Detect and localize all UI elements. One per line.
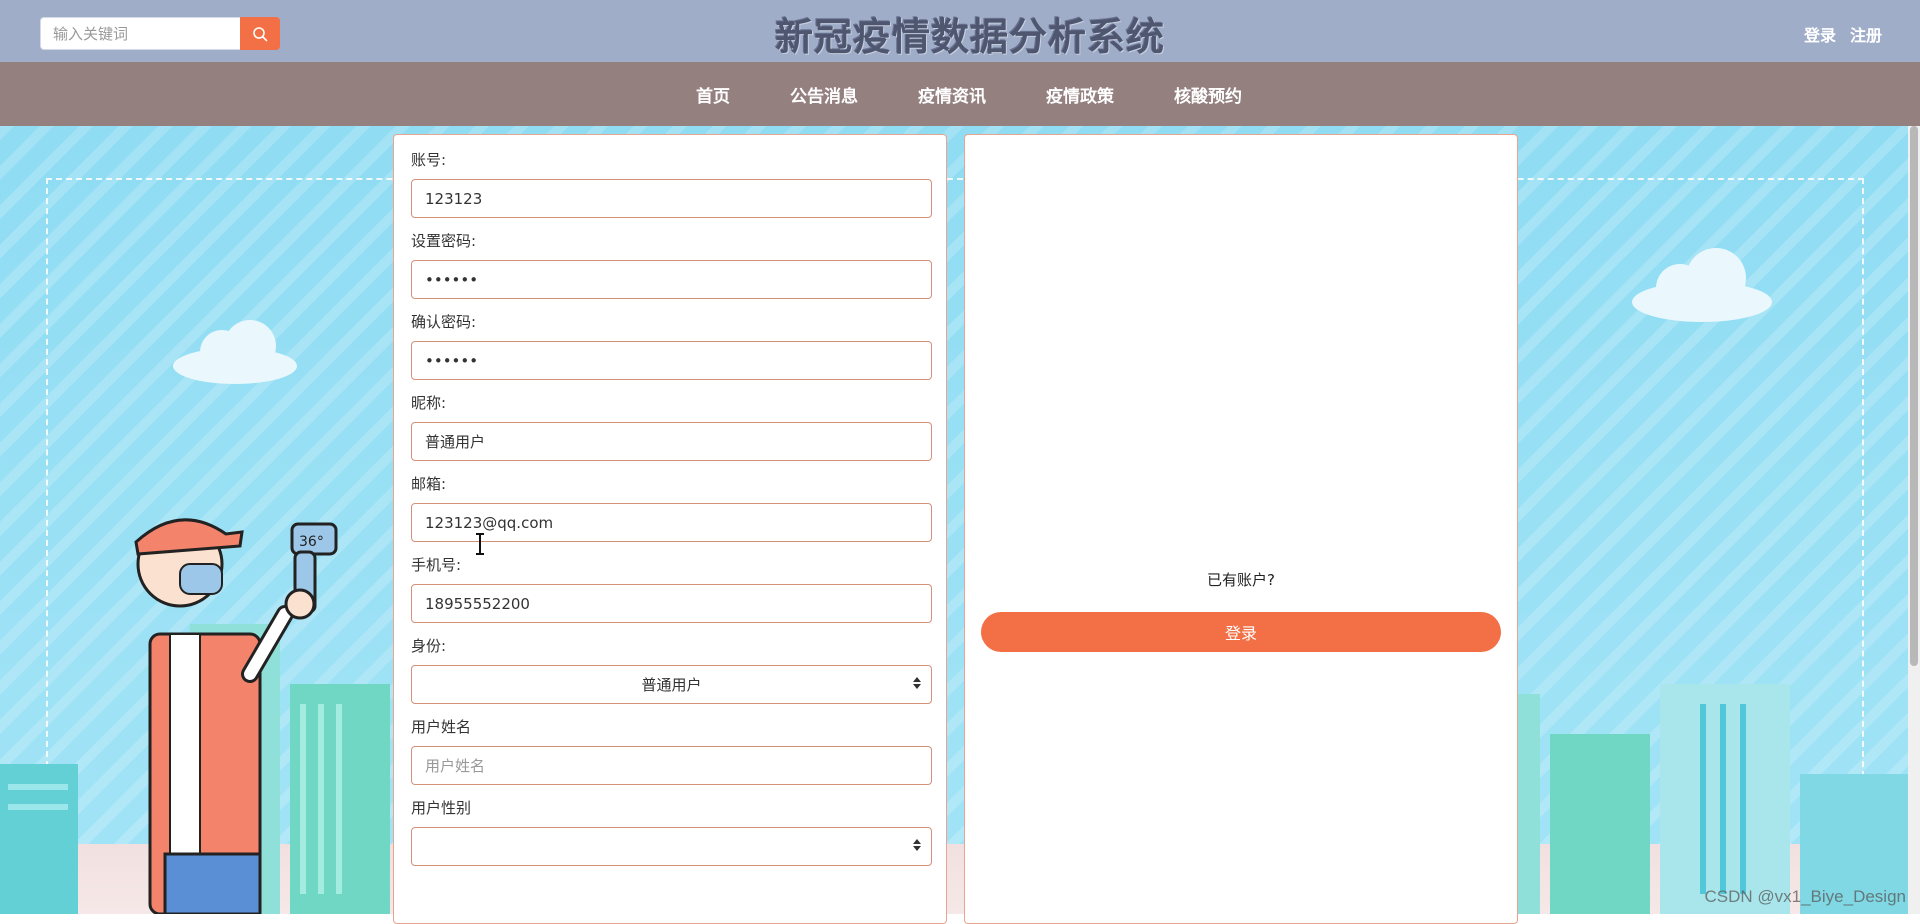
nickname-label: 昵称: bbox=[411, 392, 930, 414]
buildings-right-icon bbox=[1510, 654, 1920, 914]
confirm-password-input[interactable]: •••••• bbox=[411, 341, 932, 380]
main-nav: 首页 公告消息 疫情资讯 疫情政策 核酸预约 bbox=[0, 62, 1920, 126]
background-illustration: 36° bbox=[0, 126, 1920, 914]
nickname-field-group: 昵称: 普通用户 bbox=[411, 392, 930, 461]
have-account-prompt: 已有账户? bbox=[965, 569, 1517, 590]
email-label: 邮箱: bbox=[411, 473, 930, 495]
cloud-icon bbox=[170, 316, 300, 386]
auth-links: 登录 注册 bbox=[1804, 22, 1882, 46]
account-label: 账号: bbox=[411, 149, 930, 171]
email-input[interactable]: 123123@qq.com bbox=[411, 503, 932, 542]
login-link[interactable]: 登录 bbox=[1804, 22, 1836, 46]
site-title: 新冠疫情数据分析系统 bbox=[0, 6, 1920, 61]
page-scrollbar[interactable] bbox=[1908, 126, 1920, 914]
nickname-input[interactable]: 普通用户 bbox=[411, 422, 932, 461]
select-arrows-icon bbox=[913, 677, 921, 689]
gender-select[interactable] bbox=[411, 827, 932, 866]
real-name-input[interactable]: 用户姓名 bbox=[411, 746, 932, 785]
nav-item-news[interactable]: 疫情资讯 bbox=[888, 82, 1016, 107]
email-field-group: 邮箱: 123123@qq.com bbox=[411, 473, 930, 542]
login-panel-card: 已有账户? 登录 bbox=[964, 134, 1518, 924]
select-arrows-icon bbox=[913, 839, 921, 851]
gender-label: 用户性别 bbox=[411, 797, 930, 819]
phone-input[interactable]: 18955552200 bbox=[411, 584, 932, 623]
role-select[interactable]: 普通用户 bbox=[411, 665, 932, 704]
phone-label: 手机号: bbox=[411, 554, 930, 576]
nav-item-policy[interactable]: 疫情政策 bbox=[1016, 82, 1144, 107]
phone-field-group: 手机号: 18955552200 bbox=[411, 554, 930, 623]
account-field-group: 账号: 123123 bbox=[411, 149, 930, 218]
svg-text:36°: 36° bbox=[299, 534, 324, 550]
cloud-icon bbox=[1630, 244, 1775, 324]
watermark: CSDN @vx1_Biye_Design bbox=[1704, 887, 1906, 907]
register-form-card: 账号: 123123 设置密码: •••••• 确认密码: •••••• 昵称:… bbox=[393, 134, 947, 924]
real-name-field-group: 用户姓名 用户姓名 bbox=[411, 716, 930, 785]
confirm-password-label: 确认密码: bbox=[411, 311, 930, 333]
role-field-group: 身份: 普通用户 bbox=[411, 635, 930, 704]
nav-item-announcements[interactable]: 公告消息 bbox=[760, 82, 888, 107]
role-select-value: 普通用户 bbox=[641, 674, 701, 695]
scrollbar-thumb[interactable] bbox=[1910, 126, 1918, 666]
password-input[interactable]: •••••• bbox=[411, 260, 932, 299]
text-cursor-icon bbox=[474, 533, 486, 555]
login-button[interactable]: 登录 bbox=[981, 612, 1501, 652]
nav-item-test-booking[interactable]: 核酸预约 bbox=[1144, 82, 1272, 107]
gender-field-group: 用户性别 bbox=[411, 797, 930, 866]
password-label: 设置密码: bbox=[411, 230, 930, 252]
role-label: 身份: bbox=[411, 635, 930, 657]
confirm-password-field-group: 确认密码: •••••• bbox=[411, 311, 930, 380]
top-header: 新冠疫情数据分析系统 登录 注册 bbox=[0, 0, 1920, 62]
password-field-group: 设置密码: •••••• bbox=[411, 230, 930, 299]
account-input[interactable]: 123123 bbox=[411, 179, 932, 218]
real-name-label: 用户姓名 bbox=[411, 716, 930, 738]
register-link[interactable]: 注册 bbox=[1850, 22, 1882, 46]
nav-item-home[interactable]: 首页 bbox=[666, 82, 760, 107]
health-worker-illustration: 36° bbox=[110, 414, 370, 914]
